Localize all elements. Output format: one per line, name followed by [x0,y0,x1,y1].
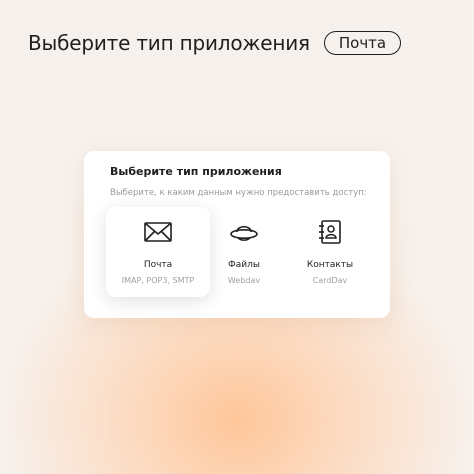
dialog-subtitle: Выберите, к каким данным нужно предостав… [110,188,367,198]
option-protocols: CardDav [312,276,348,285]
option-contacts[interactable]: Контакты CardDav [278,207,382,297]
app-type-dialog: Выберите тип приложения Выберите, к каки… [84,151,390,318]
app-type-pill[interactable]: Почта [323,31,402,55]
contacts-book-icon [319,220,341,244]
mail-icon [144,222,172,242]
option-label: Контакты [306,260,354,270]
app-type-options: Почта IMAP, POP3, SMTP Файлы Webdav Конт… [104,207,384,297]
disk-ufo-icon [230,225,258,241]
headline: Выберите тип приложения Почта [28,31,402,55]
dialog-title: Выберите тип приложения [110,165,282,178]
headline-title: Выберите тип приложения [28,31,310,55]
